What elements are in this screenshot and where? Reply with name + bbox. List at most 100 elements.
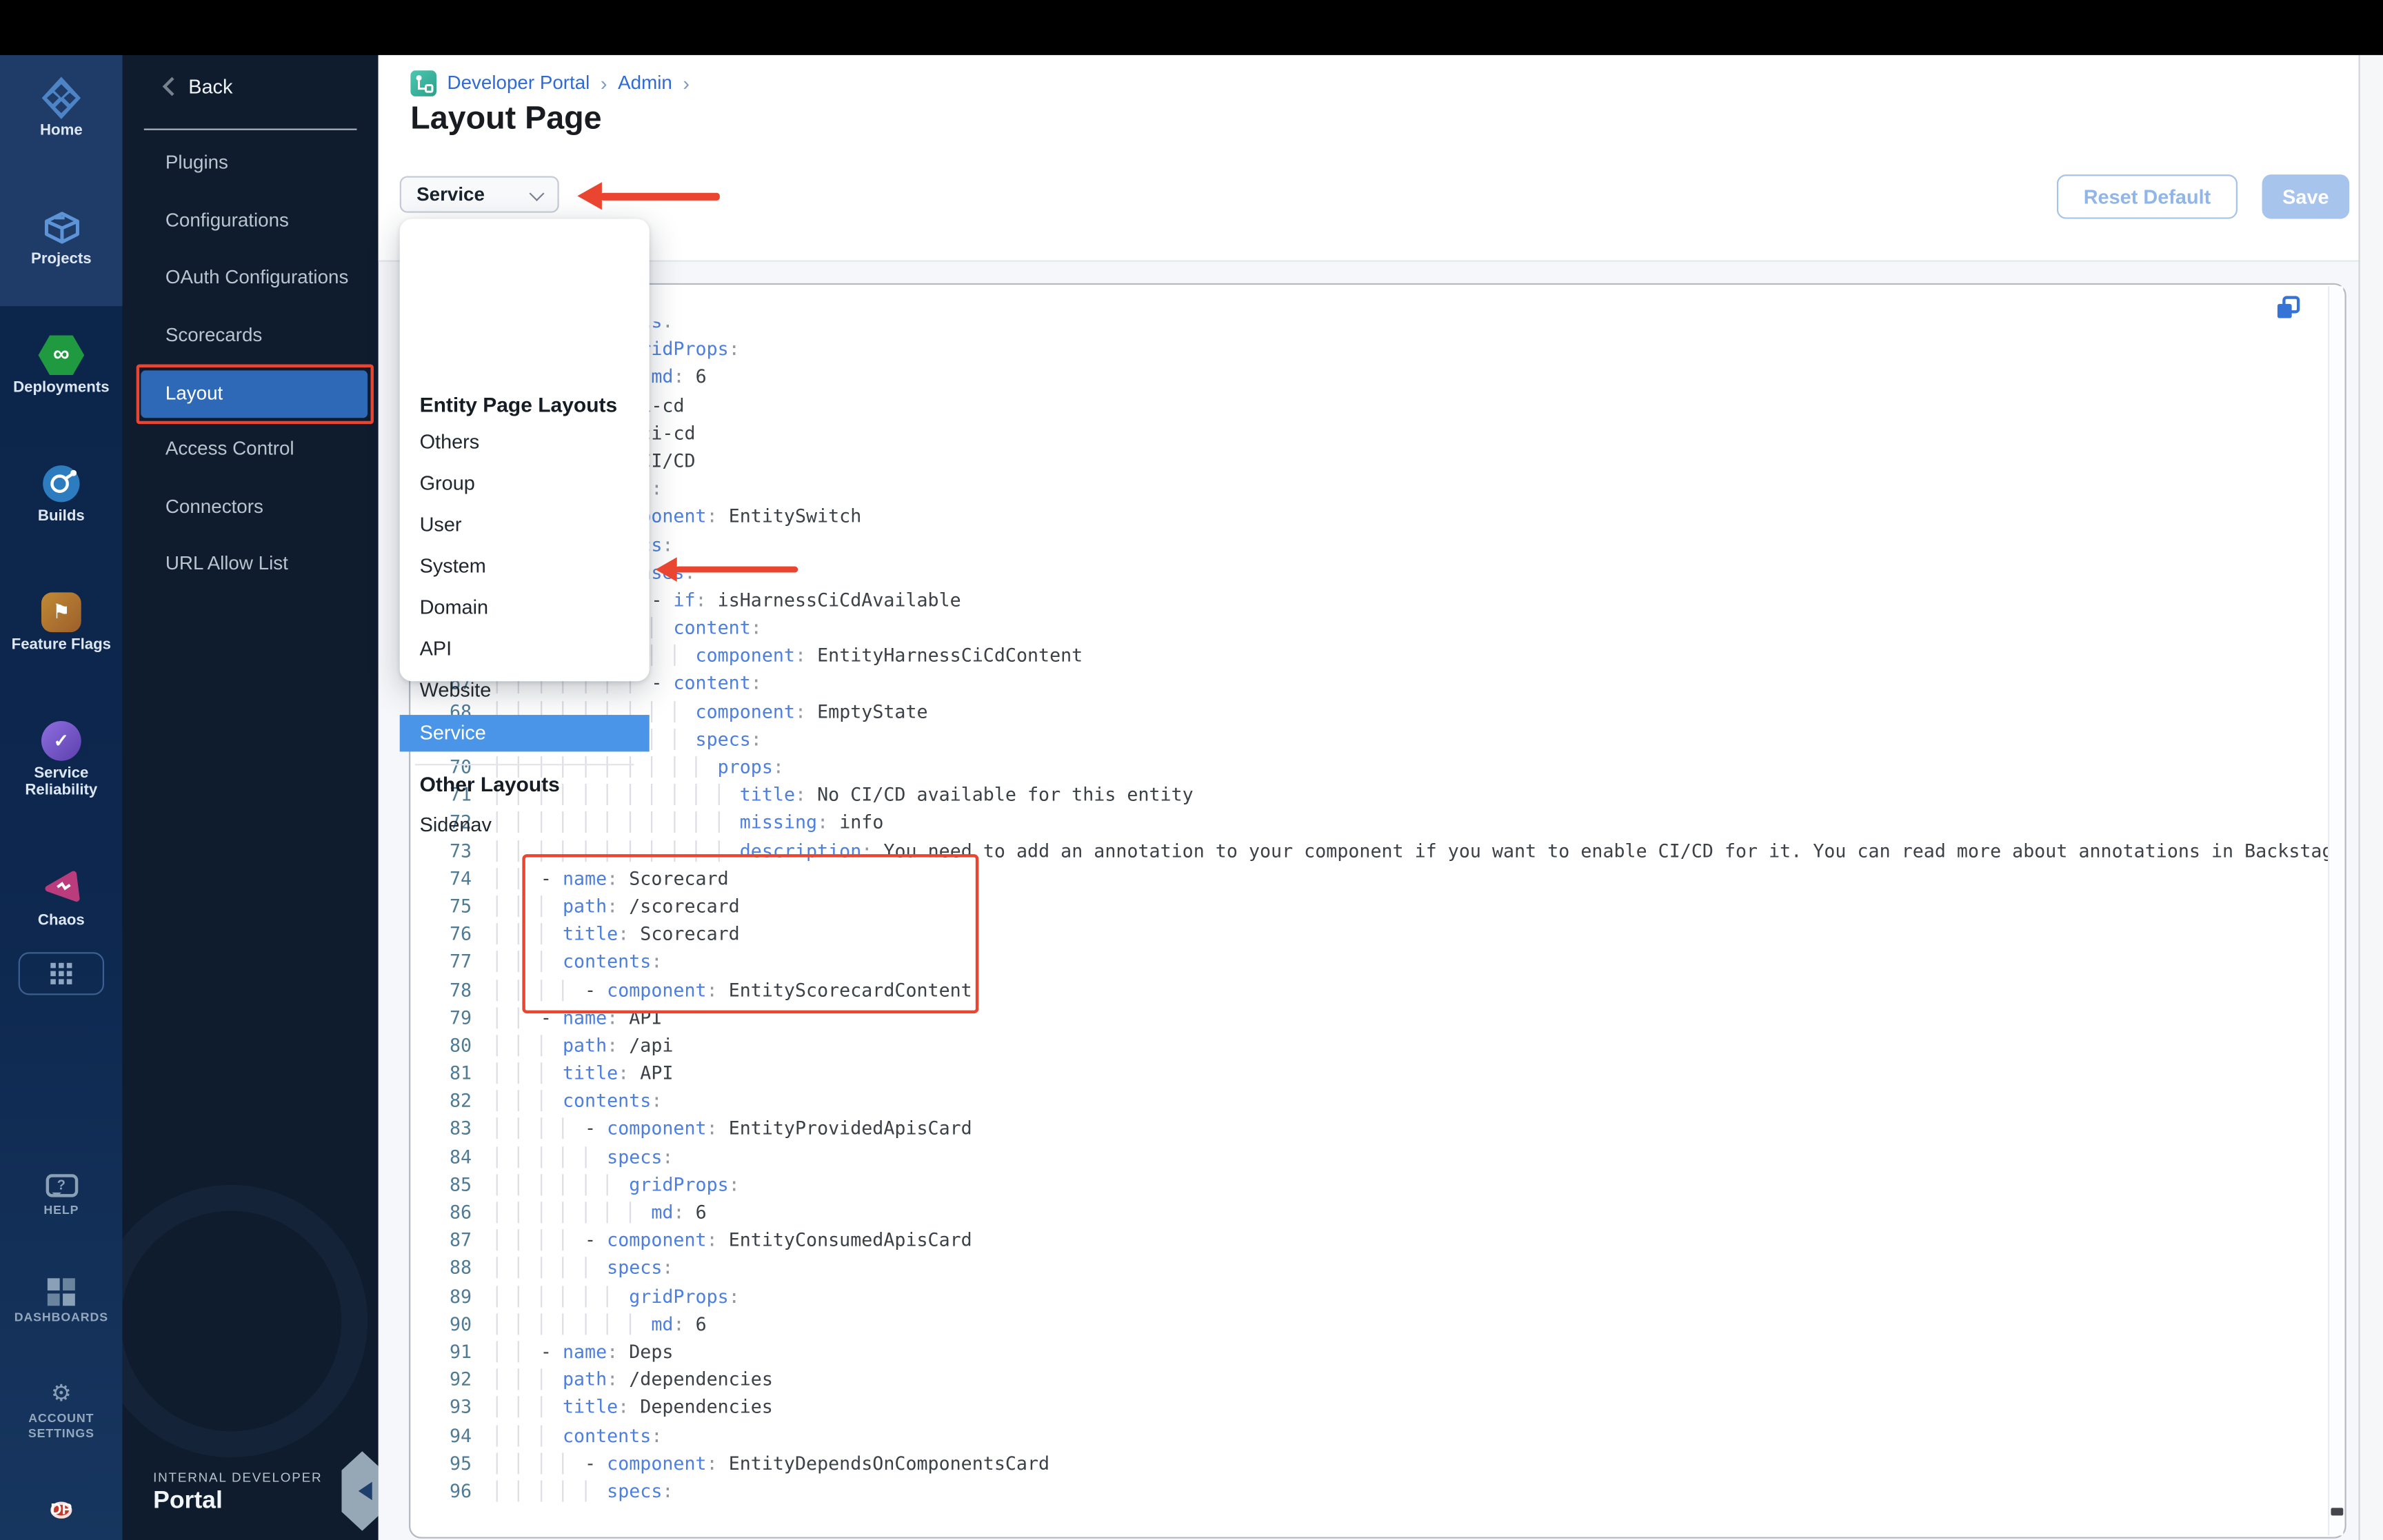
rail-item-home[interactable]: Home (0, 75, 123, 141)
dropdown-option-others[interactable]: Others (420, 430, 480, 453)
rail-item-service-reliability[interactable]: ✓ Service Reliability (0, 718, 123, 800)
sidebar-item-layout[interactable]: Layout (141, 369, 368, 418)
rail-item-chaos[interactable]: Chaos (0, 865, 123, 931)
breadcrumb-link-developer-portal[interactable]: Developer Portal (448, 72, 590, 93)
code-line-86: 86 md: 6 (449, 1202, 707, 1224)
breadcrumb: Developer Portal › Admin › (410, 69, 690, 97)
sidebar-item-plugins[interactable]: Plugins (165, 152, 228, 173)
code-line-59: 59 title: CI/CD (425, 447, 2331, 474)
projects-cube-icon (0, 203, 123, 250)
sidebar-collapse-button[interactable] (341, 1451, 379, 1531)
dropdown-option-user[interactable]: User (420, 513, 462, 536)
dropdown-option-service-selected[interactable]: Service (399, 715, 650, 752)
dropdown-option-system[interactable]: System (420, 554, 486, 577)
rail-item-deployments[interactable]: ∞ Deployments (0, 332, 123, 398)
rail-item-user-avatar[interactable]: DP (0, 1491, 123, 1531)
code-line-54: 54 specs: (425, 321, 2331, 335)
dropdown-option-website[interactable]: Website (420, 678, 492, 701)
rail-item-label: HELP (43, 1203, 79, 1217)
back-button[interactable]: Back (162, 75, 232, 98)
code-line-58: 58 path: /ci-cd (425, 419, 2331, 447)
page-title: Layout Page (410, 101, 602, 136)
rail-item-dashboards[interactable]: DASHBOARDS (0, 1277, 123, 1326)
feature-flags-icon: ⚑ (0, 589, 123, 636)
page-header: Developer Portal › Admin › Layout Page S… (378, 54, 2383, 262)
code-line-74: 74 - name: Scorecard (449, 867, 729, 889)
brand-line2: Portal (153, 1488, 223, 1514)
entity-layouts-dropdown: Entity Page Layouts Others Group User Sy… (399, 219, 650, 836)
rail-item-projects[interactable]: Projects (0, 203, 123, 269)
admin-sidebar: Back Plugins Configurations OAuth Config… (122, 54, 379, 1540)
code-line-88: 88 specs: (449, 1257, 674, 1279)
dashboards-icon (0, 1277, 123, 1307)
entity-type-select[interactable]: Service (399, 176, 559, 213)
sidebar-item-access-control[interactable]: Access Control (165, 438, 294, 459)
sidebar-item-label: Layout (165, 382, 223, 404)
back-label: Back (188, 74, 233, 99)
dropdown-group-label: Entity Page Layouts (419, 393, 618, 417)
sidebar-item-scorecards[interactable]: Scorecards (165, 324, 262, 345)
dropdown-group-label: Other Layouts (419, 773, 560, 796)
code-line-80: 80 path: /api (449, 1034, 674, 1057)
rail-item-label: ACCOUNT SETTINGS (28, 1411, 94, 1441)
rail-item-label: Home (39, 122, 83, 140)
window-scrollbar-line (2358, 54, 2360, 1540)
dropdown-option-sidenav[interactable]: Sidenav (420, 813, 492, 835)
service-reliability-icon: ✓ (0, 718, 123, 764)
deployments-icon: ∞ (0, 332, 123, 378)
breadcrumb-link-admin[interactable]: Admin (618, 72, 672, 93)
rail-item-account-settings[interactable]: ⚙ ACCOUNT SETTINGS (0, 1378, 123, 1442)
code-line-56: 56 md: 6 (425, 363, 2331, 391)
code-line-64: 64 - if: isHarnessCiCdAvailable (425, 586, 2331, 614)
code-viewport[interactable]: 54 specs:55 gridProps:56 md: 657 - name:… (425, 321, 2331, 1514)
code-line-67: 67 - content: (449, 672, 762, 694)
code-line-66: 66 component: EntityHarnessCiCdContent (425, 642, 2331, 669)
code-line-91: 91 - name: Deps (449, 1341, 674, 1363)
reset-default-button[interactable]: Reset Default (2056, 174, 2238, 219)
module-grid-button[interactable] (18, 952, 105, 995)
decorative-ring (122, 1184, 368, 1458)
code-line-55: 55 gridProps: (425, 336, 2331, 363)
code-line-96: 96 specs: (449, 1480, 674, 1502)
breadcrumb-separator: › (600, 71, 607, 94)
copy-icon[interactable] (2276, 296, 2301, 321)
dropdown-option-domain[interactable]: Domain (420, 596, 488, 618)
app-root: Home Projects ∞ Deployments Builds ⚑ Fea… (0, 0, 2383, 1540)
entity-type-select-value: Service (416, 183, 485, 205)
code-line-61: 61 - component: EntitySwitch (425, 503, 2331, 530)
sidebar-item-connectors[interactable]: Connectors (165, 495, 263, 516)
top-black-bar (0, 0, 2383, 55)
code-line-83: 83 - component: EntityProvidedApisCard (449, 1118, 972, 1140)
help-icon: ? (0, 1170, 123, 1200)
code-line-62: 62 specs: (425, 530, 2331, 558)
editor-scrollbar-track[interactable] (2328, 286, 2344, 1536)
avatar[interactable]: DP (50, 1501, 72, 1519)
rail-item-help[interactable]: ? HELP (0, 1170, 123, 1219)
sidebar-item-oauth-configurations[interactable]: OAuth Configurations (165, 266, 348, 287)
rail-item-label: Service Reliability (25, 765, 98, 799)
product-brand: INTERNAL DEVELOPER Portal (153, 1470, 322, 1516)
code-line-63: 63 cases: (425, 558, 2331, 586)
code-line-70: 70 props: (449, 756, 784, 778)
rail-item-builds[interactable]: Builds (0, 460, 123, 526)
grid-icon (50, 962, 72, 984)
sidebar-item-configurations[interactable]: Configurations (165, 209, 289, 230)
rail-item-label: DASHBOARDS (14, 1310, 108, 1324)
code-line-76: 76 title: Scorecard (449, 923, 740, 945)
rail-item-label: Deployments (13, 379, 110, 397)
triangle-left-icon (349, 1481, 372, 1501)
code-line-75: 75 path: /scorecard (449, 895, 740, 918)
code-line-85: 85 gridProps: (449, 1173, 740, 1195)
gear-icon: ⚙ (50, 1379, 72, 1407)
rail-item-feature-flags[interactable]: ⚑ Feature Flags (0, 589, 123, 655)
code-line-71: 71 title: No CI/CD available for this en… (449, 784, 1194, 806)
dropdown-option-api[interactable]: API (420, 637, 452, 660)
save-button[interactable]: Save (2262, 174, 2350, 219)
sidebar-item-url-allow-list[interactable]: URL Allow List (165, 553, 288, 574)
code-line-73: 73 description: You need to add an annot… (449, 840, 2331, 862)
window-scrollbar-track[interactable] (2360, 54, 2383, 1540)
code-line-95: 95 - component: EntityDependsOnComponent… (449, 1452, 1050, 1474)
dropdown-option-group[interactable]: Group (420, 472, 475, 494)
editor-scrollbar-thumb[interactable] (2331, 1508, 2344, 1516)
rail-item-label: Projects (31, 251, 92, 268)
